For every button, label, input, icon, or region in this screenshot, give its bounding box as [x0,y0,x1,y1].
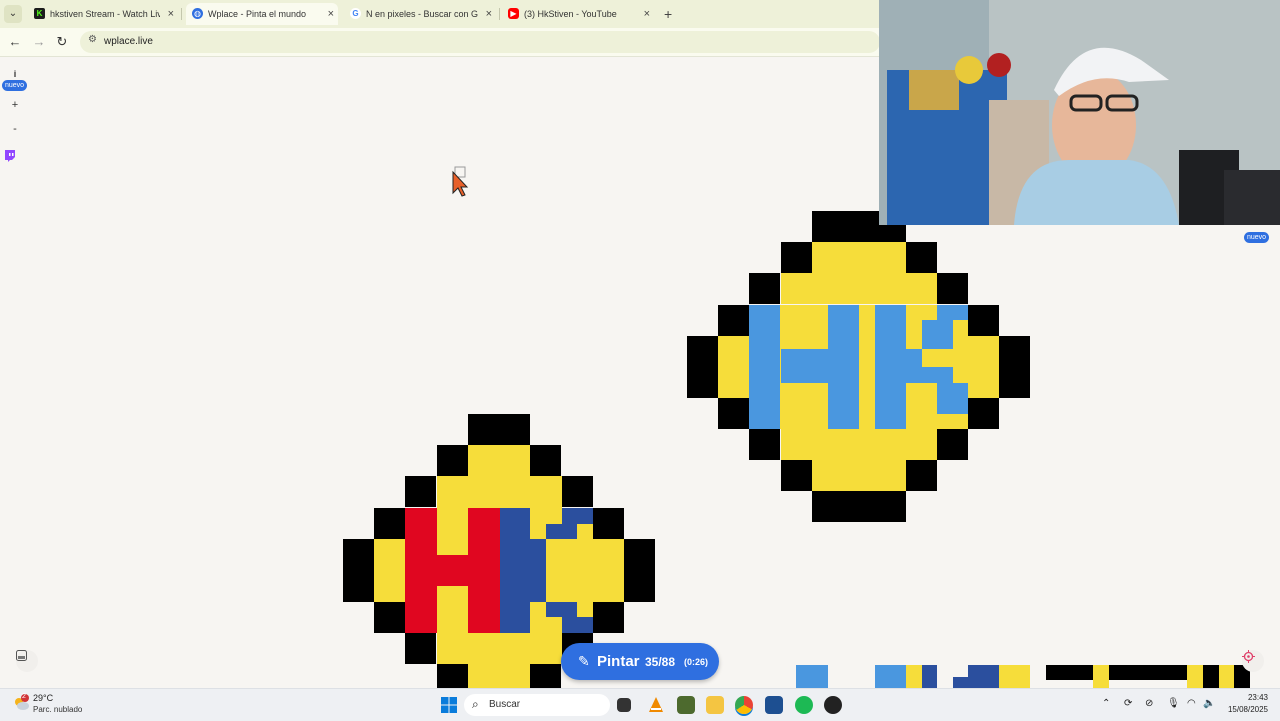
tab-kick-stream[interactable]: K hkstiven Stream - Watch Live o × [28,3,178,25]
close-icon[interactable]: × [328,3,334,25]
hk-emblem-blue [687,211,1030,522]
tab-youtube[interactable]: ▶ (3) HkStiven - YouTube × [502,3,654,25]
globe-icon: ◍ [192,8,203,19]
gallery-icon[interactable] [16,650,38,672]
store-icon[interactable] [765,696,783,714]
google-logo-icon: G [350,8,361,19]
kick-logo-icon: K [34,8,45,19]
tab-divider [499,8,500,20]
microphone-icon[interactable]: 🎙 [1167,698,1180,709]
weather-icon[interactable] [12,694,30,712]
site-info-icon[interactable]: ⚙ [88,34,97,45]
sync-icon[interactable]: ⟳ [1124,698,1132,709]
paint-charges: 35/88 [645,655,676,669]
obs-icon[interactable] [824,696,842,714]
start-icon[interactable] [440,696,458,714]
taskbar-search[interactable]: ⌕ Buscar [464,694,610,716]
back-button[interactable]: ← [6,33,24,51]
spotify-icon[interactable] [795,696,813,714]
search-icon: ⌕ [472,697,479,711]
webcam-image [879,0,1280,225]
info-button[interactable]: i [4,69,26,79]
tab-google-search[interactable]: G N en pixeles - Buscar con Goog × [344,3,496,25]
paint-timer: (0:26) [684,657,709,667]
tab-title: hkstiven Stream - Watch Live o [50,9,160,19]
tab-search-menu[interactable]: ⌄ [4,5,22,23]
new-tab-button[interactable]: + [664,3,672,25]
new-badge-right: nuevo [1244,232,1270,243]
close-icon[interactable]: × [644,3,650,25]
tab-title: N en pixeles - Buscar con Goog [366,9,478,19]
youtube-logo-icon: ▶ [508,8,519,19]
weather-temp[interactable]: 29°C [33,693,53,703]
minecraft-icon[interactable] [677,696,695,714]
search-placeholder: Buscar [489,699,521,710]
pixel-strip-bottom-right [796,665,1250,688]
locate-icon[interactable] [1242,650,1264,672]
clock-time[interactable]: 23:43 [1248,693,1268,702]
wifi-icon[interactable]: ◠ [1187,698,1196,709]
webcam-overlay [879,0,1280,225]
brush-icon: ✎ [578,653,590,669]
reload-button[interactable]: ↻ [53,33,71,51]
chrome-icon[interactable] [735,696,753,714]
tab-title: (3) HkStiven - YouTube [524,9,617,19]
close-icon[interactable]: × [486,3,492,25]
volume-icon[interactable]: 🔈 [1203,698,1215,709]
file-explorer-icon[interactable] [706,696,724,714]
chevron-up-icon[interactable]: ⌃ [1102,698,1110,709]
new-badge: nuevo [2,80,28,91]
tab-divider [181,8,182,20]
tab-wplace[interactable]: ◍ Wplace - Pinta el mundo × [186,3,338,25]
network-off-icon[interactable]: ⊘ [1145,698,1153,709]
tab-title: Wplace - Pinta el mundo [208,9,307,19]
clock-date[interactable]: 15/08/2025 [1228,705,1268,714]
weather-alert-count: 2 [22,693,26,700]
close-icon[interactable]: × [168,3,174,25]
address-bar[interactable]: ⚙ wplace.live [80,31,880,53]
windows-taskbar: 2 29°C Parc. nublado ⌕ Buscar ⌃ ⟳ ⊘ 🎙 ◠ … [0,688,1280,721]
mouse-cursor [452,166,469,197]
forward-button[interactable]: → [30,33,48,51]
vlc-icon[interactable] [647,696,665,714]
paint-button[interactable]: ✎ Pintar 35/88 (0:26) [561,643,719,680]
url-text[interactable]: wplace.live [104,36,153,47]
zoom-out-button[interactable]: - [4,123,26,135]
weather-desc[interactable]: Parc. nublado [33,705,82,714]
task-view-icon[interactable] [617,698,631,712]
paint-label: Pintar [597,653,640,670]
zoom-in-button[interactable]: + [4,99,26,111]
